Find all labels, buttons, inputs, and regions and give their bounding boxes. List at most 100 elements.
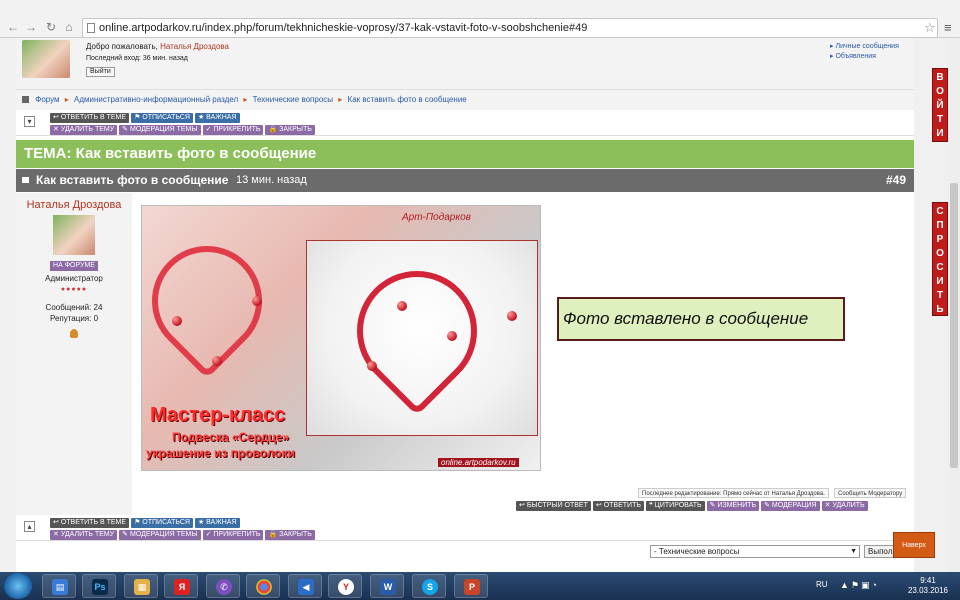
collapse-toggle-icon[interactable]: ▴: [24, 521, 35, 532]
photoshop-taskbar-icon[interactable]: Ps: [82, 574, 116, 598]
post-marker-icon: [22, 177, 29, 183]
collapse-toggle-icon[interactable]: ▾: [24, 116, 35, 127]
reply-button[interactable]: ↩ ОТВЕТИТЬ: [592, 501, 644, 511]
delete-topic-button[interactable]: ✕ УДАЛИТЬ ТЕМУ: [50, 530, 118, 540]
explorer-taskbar-icon[interactable]: ▤: [42, 574, 76, 598]
system-tray-icons[interactable]: ▲⚑▣◔: [840, 580, 879, 591]
edit-button[interactable]: ✎ ИЗМЕНИТЬ: [706, 501, 760, 511]
bead-shape: [252, 296, 262, 306]
delete-topic-button[interactable]: ✕ УДАЛИТЬ ТЕМУ: [50, 125, 118, 135]
yandex-taskbar-icon[interactable]: Я: [164, 574, 198, 598]
reply-topic-button[interactable]: ↩ ОТВЕТИТЬ В ТЕМЕ: [50, 518, 130, 528]
author-profile: Наталья Дроздова НА ФОРУМЕ Администратор…: [16, 193, 132, 515]
close-topic-button[interactable]: 🔒 ЗАКРЫТЬ: [265, 125, 315, 135]
topic-title: ТЕМА: Как вставить фото в сообщение: [16, 140, 914, 168]
audio-taskbar-icon[interactable]: ◀: [288, 574, 322, 598]
scrollbar-thumb[interactable]: [950, 183, 958, 468]
forum-jump-selected: - Технические вопросы: [654, 547, 740, 556]
chevron-right-icon: ▸: [338, 95, 343, 104]
back-to-top-button[interactable]: Наверх: [893, 532, 935, 558]
bead-shape: [447, 331, 457, 341]
image-signature: Арт-Подарков: [402, 212, 471, 223]
browser-toolbar: ← → ↻ ⌂ online.artpodarkov.ru/index.php/…: [0, 0, 960, 38]
login-side-tab[interactable]: ВОЙТИ: [932, 68, 948, 142]
language-indicator[interactable]: RU: [816, 580, 828, 589]
last-visit: Последний вход: 36 мин. назад: [86, 55, 188, 62]
reply-topic-button[interactable]: ↩ ОТВЕТИТЬ В ТЕМЕ: [50, 113, 130, 123]
address-bar[interactable]: online.artpodarkov.ru/index.php/forum/te…: [82, 18, 938, 38]
back-arrow-icon[interactable]: ←: [6, 20, 20, 34]
medal-icon: [70, 329, 78, 338]
ask-tab-label: СПРОСИТЬ: [936, 206, 944, 315]
home-icon[interactable]: ⌂: [62, 20, 76, 34]
avatar[interactable]: [22, 40, 70, 78]
report-moderator-button[interactable]: Сообщить Модератору: [834, 488, 907, 498]
breadcrumb-item-forum[interactable]: Форум: [35, 95, 59, 104]
heart-pendant-shape: [142, 223, 285, 379]
unsubscribe-button[interactable]: ⚑ ОТПИСАТЬСЯ: [131, 518, 193, 528]
taskbar: ▤ Ps ▦ Я ✆ ◀ Y W S P RU ▲⚑▣◔ 9:41 23.03.…: [0, 572, 960, 600]
bookmark-star-icon[interactable]: ☆: [924, 20, 936, 36]
breadcrumb-item-admin-section[interactable]: Административно-информационный раздел: [74, 95, 238, 104]
online-status-badge: НА ФОРУМЕ: [50, 261, 98, 271]
close-topic-button[interactable]: 🔒 ЗАКРЫТЬ: [265, 530, 315, 540]
post-actions: ↩ БЫСТРЫЙ ОТВЕТ ↩ ОТВЕТИТЬ ❝ ЦИТИРОВАТЬ ✎ И…: [516, 500, 870, 511]
logout-button[interactable]: Выйти: [86, 67, 115, 77]
post-title: Как вставить фото в сообщение: [36, 173, 229, 187]
post-time: 13 мин. назад: [236, 174, 307, 186]
breadcrumb-item-tech-questions[interactable]: Технические вопросы: [253, 95, 333, 104]
skype-taskbar-icon[interactable]: S: [412, 574, 446, 598]
ask-side-tab[interactable]: СПРОСИТЬ: [932, 202, 948, 316]
reputation: Репутация: 0: [49, 314, 99, 323]
page-scrollbar[interactable]: [948, 38, 960, 572]
url-text: online.artpodarkov.ru/index.php/forum/te…: [99, 22, 588, 34]
post-image[interactable]: Арт-Подарков Мастер-класс Подвеска «Серд…: [141, 205, 541, 471]
author-avatar[interactable]: [53, 215, 95, 255]
browser-menu-icon[interactable]: ≡: [944, 20, 952, 35]
annotation-callout: Фото вставлено в сообщение: [557, 297, 845, 341]
sticky-button[interactable]: ★ ВАЖНАЯ: [194, 113, 240, 123]
reload-icon[interactable]: ↻: [44, 20, 58, 34]
announcements-link[interactable]: ▸ Объявления: [830, 52, 899, 62]
file-manager-taskbar-icon[interactable]: ▦: [124, 574, 158, 598]
topic-toolbar-bottom: ▴ ↩ ОТВЕТИТЬ В ТЕМЕ ⚑ ОТПИСАТЬСЯ ★ ВАЖНАЯ …: [16, 515, 914, 541]
breadcrumb-item-current-topic[interactable]: Как вставить фото в сообщение: [348, 95, 467, 104]
word-taskbar-icon[interactable]: W: [370, 574, 404, 598]
powerpoint-taskbar-icon[interactable]: P: [454, 574, 488, 598]
unsubscribe-button[interactable]: ⚑ ОТПИСАТЬСЯ: [131, 113, 193, 123]
welcome-text: Добро пожаловать, Наталья Дроздова: [86, 42, 229, 51]
private-messages-link[interactable]: ▸ Личные сообщения: [830, 42, 899, 52]
viber-taskbar-icon[interactable]: ✆: [206, 574, 240, 598]
clock[interactable]: 9:41 23.03.2016: [898, 576, 958, 596]
message-count: Сообщений: 24: [45, 303, 103, 312]
post-header: Как вставить фото в сообщение 13 мин. на…: [16, 169, 914, 192]
dropdown-arrow-icon: ▼: [850, 548, 857, 555]
author-name-link[interactable]: Наталья Дроздова: [16, 199, 132, 211]
chevron-right-icon: ▸: [64, 95, 69, 104]
pin-topic-button[interactable]: ✓ ПРИКРЕПИТЬ: [202, 530, 264, 540]
windows-start-icon[interactable]: [4, 573, 32, 599]
moderate-topic-button[interactable]: ✎ МОДЕРАЦИЯ ТЕМЫ: [119, 125, 201, 135]
moderate-topic-button[interactable]: ✎ МОДЕРАЦИЯ ТЕМЫ: [119, 530, 201, 540]
forum-jump-select[interactable]: - Технические вопросы ▼: [650, 545, 860, 558]
sticky-button[interactable]: ★ ВАЖНАЯ: [194, 518, 240, 528]
username-link[interactable]: Наталья Дроздова: [160, 42, 229, 51]
bead-shape: [397, 301, 407, 311]
author-role: Администратор: [45, 274, 103, 283]
bead-shape: [507, 311, 517, 321]
topic-toolbar-top: ▾ ↩ ОТВЕТИТЬ В ТЕМЕ ⚑ ОТПИСАТЬСЯ ★ ВАЖНАЯ …: [16, 110, 914, 136]
yandex-browser-taskbar-icon[interactable]: Y: [328, 574, 362, 598]
pin-topic-button[interactable]: ✓ ПРИКРЕПИТЬ: [202, 125, 264, 135]
forward-arrow-icon[interactable]: →: [24, 20, 38, 34]
topic-buttons-row1-bottom: ↩ ОТВЕТИТЬ В ТЕМЕ ⚑ ОТПИСАТЬСЯ ★ ВАЖНАЯ: [50, 517, 242, 528]
forum-jump: - Технические вопросы ▼ Выполнить: [16, 541, 914, 571]
quote-button[interactable]: ❝ ЦИТИРОВАТЬ: [645, 501, 705, 511]
chevron-right-icon: ▸: [243, 95, 248, 104]
bead-shape: [172, 316, 182, 326]
chrome-taskbar-icon[interactable]: [246, 574, 280, 598]
quick-reply-button[interactable]: ↩ БЫСТРЫЙ ОТВЕТ: [516, 501, 591, 511]
login-tab-label: ВОЙТИ: [936, 72, 944, 139]
delete-button[interactable]: ✕ УДАЛИТЬ: [821, 501, 868, 511]
moderate-button[interactable]: ✎ МОДЕРАЦИЯ: [761, 501, 820, 511]
post-number-link[interactable]: #49: [886, 169, 906, 192]
